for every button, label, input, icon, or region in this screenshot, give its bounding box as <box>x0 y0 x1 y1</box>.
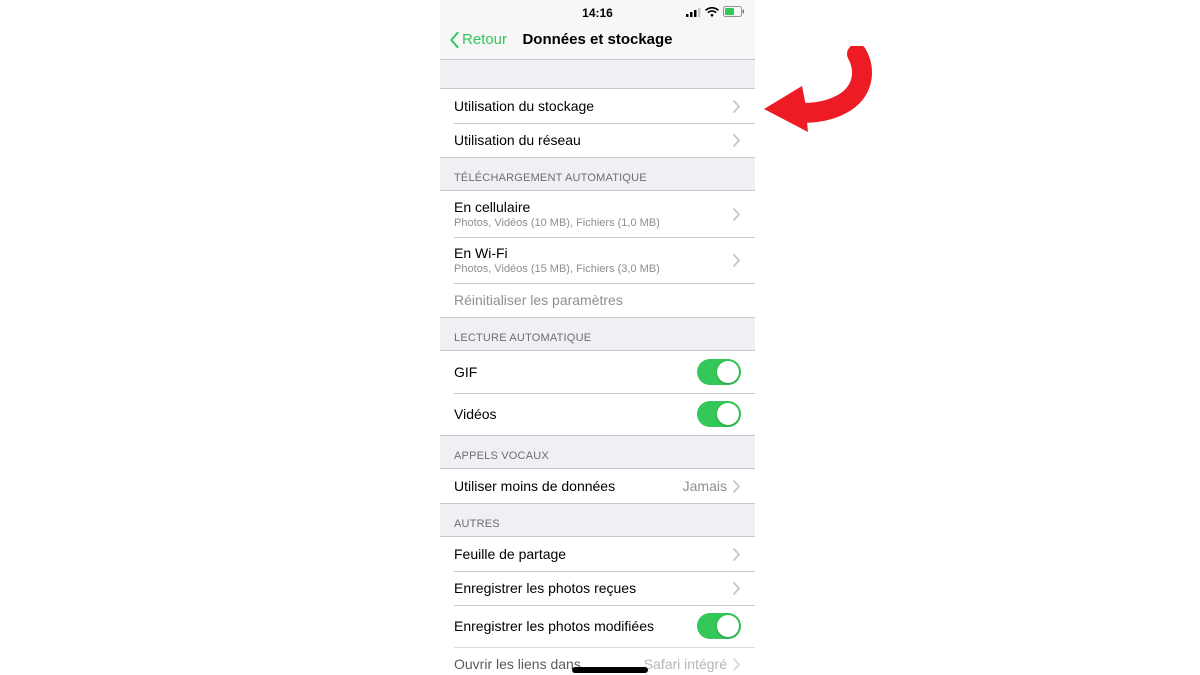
save-received-row[interactable]: Enregistrer les photos reçues <box>440 571 755 605</box>
reset-settings-row[interactable]: Réinitialiser les paramètres <box>440 283 755 317</box>
chevron-right-icon <box>733 548 741 561</box>
cell-subtitle: Photos, Vidéos (15 MB), Fichiers (3,0 MB… <box>454 263 733 275</box>
arrow-annotation-icon <box>762 46 882 146</box>
save-edited-toggle[interactable] <box>697 613 741 639</box>
status-bar: 14:16 <box>440 0 755 20</box>
usage-group: Utilisation du stockage Utilisation du r… <box>440 88 755 158</box>
less-data-row[interactable]: Utiliser moins de données Jamais <box>440 469 755 503</box>
cell-label: Réinitialiser les paramètres <box>454 292 623 308</box>
voice-calls-header: APPELS VOCAUX <box>440 436 755 468</box>
share-sheet-row[interactable]: Feuille de partage <box>440 537 755 571</box>
cell-value: Safari intégré <box>644 656 727 672</box>
gif-toggle[interactable] <box>697 359 741 385</box>
cell-label: En Wi-Fi <box>454 245 733 261</box>
page-title: Données et stockage <box>522 31 672 48</box>
chevron-right-icon <box>733 582 741 595</box>
chevron-right-icon <box>733 100 741 113</box>
section-spacer <box>440 60 755 88</box>
cellular-row[interactable]: En cellulaire Photos, Vidéos (10 MB), Fi… <box>440 191 755 237</box>
cell-subtitle: Photos, Vidéos (10 MB), Fichiers (1,0 MB… <box>454 217 733 229</box>
battery-icon <box>723 6 745 17</box>
chevron-left-icon <box>448 31 460 49</box>
save-edited-row: Enregistrer les photos modifiées <box>440 605 755 647</box>
cell-value: Jamais <box>683 478 727 494</box>
back-label: Retour <box>462 31 507 48</box>
cell-label: En cellulaire <box>454 199 733 215</box>
chevron-right-icon <box>733 208 741 221</box>
cellular-signal-icon <box>686 7 701 17</box>
cell-label: Enregistrer les photos reçues <box>454 580 636 596</box>
auto-download-group: En cellulaire Photos, Vidéos (10 MB), Fi… <box>440 190 755 318</box>
cell-label: Feuille de partage <box>454 546 566 562</box>
chevron-right-icon <box>733 254 741 267</box>
auto-download-header: TÉLÉCHARGEMENT AUTOMATIQUE <box>440 158 755 190</box>
navigation-bar: Retour Données et stockage <box>440 20 755 60</box>
cell-label: Utilisation du réseau <box>454 132 581 148</box>
cell-label: Utilisation du stockage <box>454 98 594 114</box>
phone-frame: 14:16 Retour Données et stockage Utilisa… <box>440 0 755 675</box>
cell-label: GIF <box>454 364 477 380</box>
cell-label: Ouvrir les liens dans <box>454 656 581 672</box>
network-usage-row[interactable]: Utilisation du réseau <box>440 123 755 157</box>
autoplay-group: GIF Vidéos <box>440 350 755 436</box>
chevron-right-icon <box>733 480 741 493</box>
status-indicators <box>686 6 745 17</box>
wifi-row[interactable]: En Wi-Fi Photos, Vidéos (15 MB), Fichier… <box>440 237 755 283</box>
other-group: Feuille de partage Enregistrer les photo… <box>440 536 755 675</box>
gif-row: GIF <box>440 351 755 393</box>
chevron-right-icon <box>733 658 741 671</box>
other-header: AUTRES <box>440 504 755 536</box>
status-time: 14:16 <box>582 6 613 20</box>
videos-toggle[interactable] <box>697 401 741 427</box>
back-button[interactable]: Retour <box>448 31 507 49</box>
storage-usage-row[interactable]: Utilisation du stockage <box>440 89 755 123</box>
videos-row: Vidéos <box>440 393 755 435</box>
redaction-bar <box>572 667 648 673</box>
wifi-icon <box>705 7 719 17</box>
cell-label: Vidéos <box>454 406 497 422</box>
cell-label: Utiliser moins de données <box>454 478 615 494</box>
autoplay-header: LECTURE AUTOMATIQUE <box>440 318 755 350</box>
voice-calls-group: Utiliser moins de données Jamais <box>440 468 755 504</box>
cell-label: Enregistrer les photos modifiées <box>454 618 654 634</box>
chevron-right-icon <box>733 134 741 147</box>
